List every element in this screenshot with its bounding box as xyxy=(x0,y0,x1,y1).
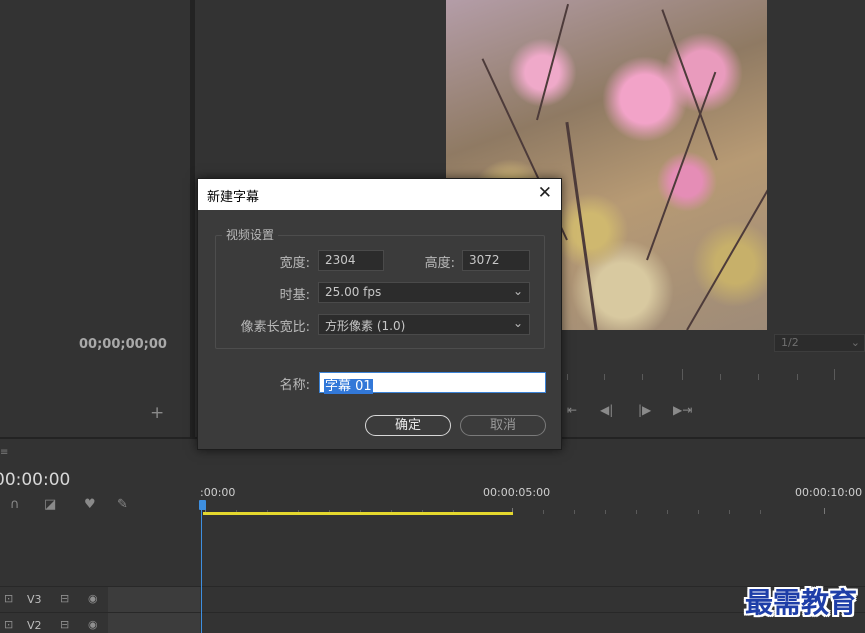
source-panel: 00;00;00;00 + xyxy=(0,0,190,437)
timeline-timecode[interactable]: 00:00:00 xyxy=(0,470,70,490)
wrench-icon[interactable]: ✎ xyxy=(117,497,128,512)
timeline-ruler[interactable]: :00:00 00:00:05:00 00:00:10:00 xyxy=(200,484,865,514)
ruler-label: 00:00:05:00 xyxy=(483,486,551,499)
track-row-v3: ⊡ V3 ⊟ ◉ xyxy=(0,586,865,613)
name-input[interactable]: 字幕 01 xyxy=(319,372,546,394)
pixel-aspect-select[interactable]: 方形像素 (1.0) ⌄ xyxy=(318,314,530,335)
marker-icon[interactable]: ♥ xyxy=(84,497,96,512)
cancel-button[interactable]: 取消 xyxy=(460,415,546,436)
ruler-label: :00:00 xyxy=(200,486,236,499)
sync-icon[interactable]: ⊟ xyxy=(60,618,69,631)
monitor-ruler[interactable] xyxy=(562,368,862,380)
eye-icon[interactable]: ◉ xyxy=(88,618,98,631)
playhead-line[interactable] xyxy=(201,500,202,633)
panel-menu-icon[interactable]: ≡ xyxy=(0,447,8,458)
track-header: ⊡ V2 ⊟ ◉ xyxy=(0,613,108,633)
play-icon[interactable]: |▶ xyxy=(638,403,651,417)
step-back-icon[interactable]: ⇤ xyxy=(567,403,577,417)
timebase-value: 25.00 fps xyxy=(325,285,382,299)
chevron-down-icon: ⌄ xyxy=(512,284,523,298)
lock-icon[interactable]: ⊡ xyxy=(4,618,13,631)
group-title: 视频设置 xyxy=(222,226,279,243)
ruler-label: 00:00:10:00 xyxy=(795,486,863,499)
width-input[interactable]: 2304 xyxy=(318,250,384,271)
pixel-aspect-value: 方形像素 (1.0) xyxy=(325,319,406,333)
zoom-select[interactable]: 1/2 ⌄ xyxy=(774,334,865,352)
source-timecode: 00;00;00;00 xyxy=(79,337,167,352)
eye-icon[interactable]: ◉ xyxy=(88,592,98,605)
width-label: 宽度: xyxy=(279,256,310,271)
track-label: V3 xyxy=(27,593,42,606)
close-icon[interactable]: ✕ xyxy=(538,183,552,203)
zoom-value: 1/2 xyxy=(781,336,799,349)
name-label: 名称: xyxy=(279,378,310,393)
ok-button[interactable]: 确定 xyxy=(365,415,451,436)
linked-selection-icon[interactable]: ◪ xyxy=(44,497,56,512)
track-header: ⊡ V3 ⊟ ◉ xyxy=(0,587,108,613)
plus-icon[interactable]: + xyxy=(150,403,164,423)
dialog-titlebar[interactable]: 新建字幕 ✕ xyxy=(198,179,561,210)
track-header-extra xyxy=(108,587,200,613)
work-area-bar[interactable] xyxy=(203,512,513,515)
dialog-title: 新建字幕 xyxy=(207,190,260,205)
playhead-handle[interactable] xyxy=(199,500,206,510)
name-input-value: 字幕 01 xyxy=(324,379,373,394)
track-row-v2: ⊡ V2 ⊟ ◉ xyxy=(0,612,865,633)
new-title-dialog: 新建字幕 ✕ 视频设置 宽度: 2304 高度: 3072 时基: 25.00 … xyxy=(197,178,562,450)
timebase-label: 时基: xyxy=(279,288,310,303)
chevron-down-icon: ⌄ xyxy=(850,336,860,349)
pixel-aspect-label: 像素长宽比: xyxy=(240,320,310,335)
timebase-select[interactable]: 25.00 fps ⌄ xyxy=(318,282,530,303)
track-header-extra xyxy=(108,613,200,633)
play-reverse-icon[interactable]: ◀| xyxy=(600,403,613,417)
chevron-down-icon: ⌄ xyxy=(512,316,523,330)
height-input[interactable]: 3072 xyxy=(462,250,530,271)
lock-icon[interactable]: ⊡ xyxy=(4,592,13,605)
track-label: V2 xyxy=(27,619,42,632)
height-label: 高度: xyxy=(424,256,455,271)
step-forward-icon[interactable]: ▶⇥ xyxy=(673,403,692,417)
sync-icon[interactable]: ⊟ xyxy=(60,592,69,605)
watermark-logo: 最需教育 xyxy=(744,586,857,619)
snap-icon[interactable]: ∩ xyxy=(10,497,20,512)
